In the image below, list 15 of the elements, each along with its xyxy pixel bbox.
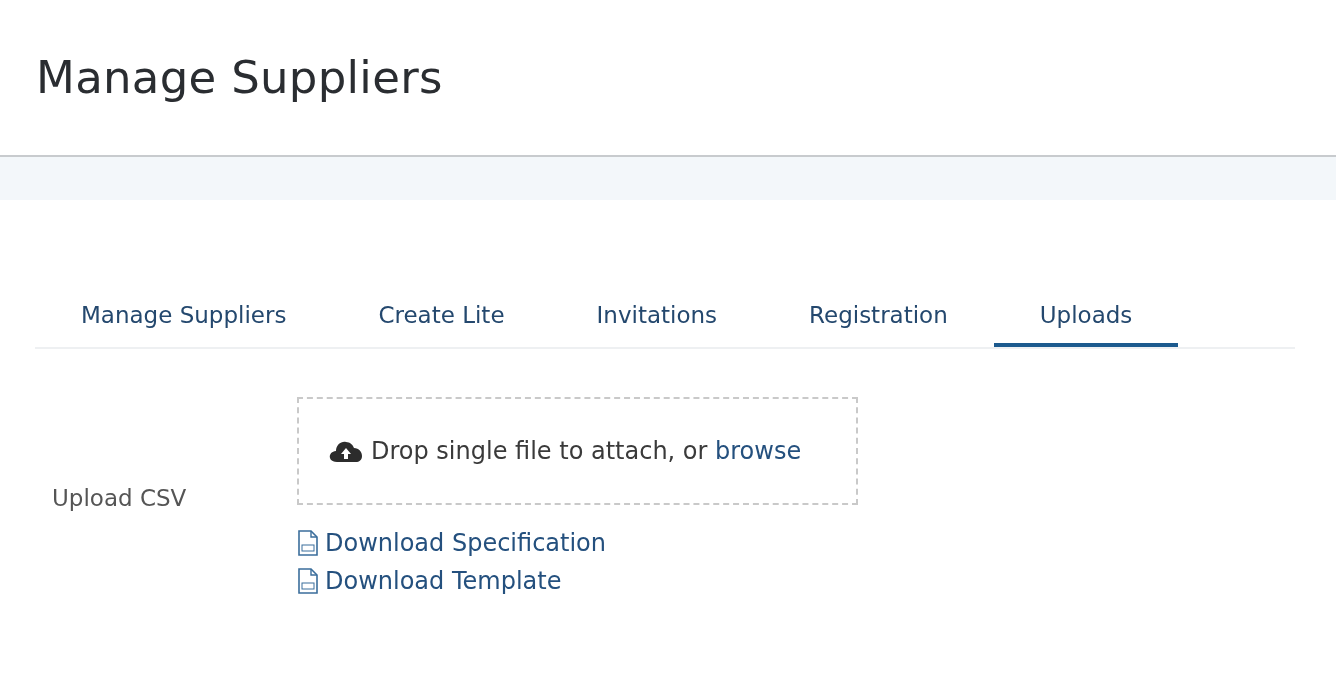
tab[interactable]: Manage Suppliers — [35, 287, 333, 347]
drop-instructions: Drop single file to attach, or browse — [371, 437, 802, 465]
tab[interactable]: Invitations — [550, 287, 764, 347]
file-icon — [297, 568, 319, 594]
browse-link[interactable]: browse — [715, 437, 802, 465]
tab[interactable]: Uploads — [993, 287, 1179, 347]
file-icon — [297, 530, 319, 556]
page-title: Manage Suppliers — [36, 51, 443, 104]
file-drop-zone[interactable]: Drop single file to attach, or browse — [297, 397, 858, 505]
cloud-upload-icon — [329, 439, 363, 463]
tab[interactable]: Registration — [763, 287, 994, 347]
download-link[interactable]: Download Template — [325, 567, 562, 595]
tab[interactable]: Create Lite — [332, 287, 551, 347]
download-link[interactable]: Download Specification — [325, 529, 606, 557]
field-label: Upload CSV — [52, 484, 188, 513]
